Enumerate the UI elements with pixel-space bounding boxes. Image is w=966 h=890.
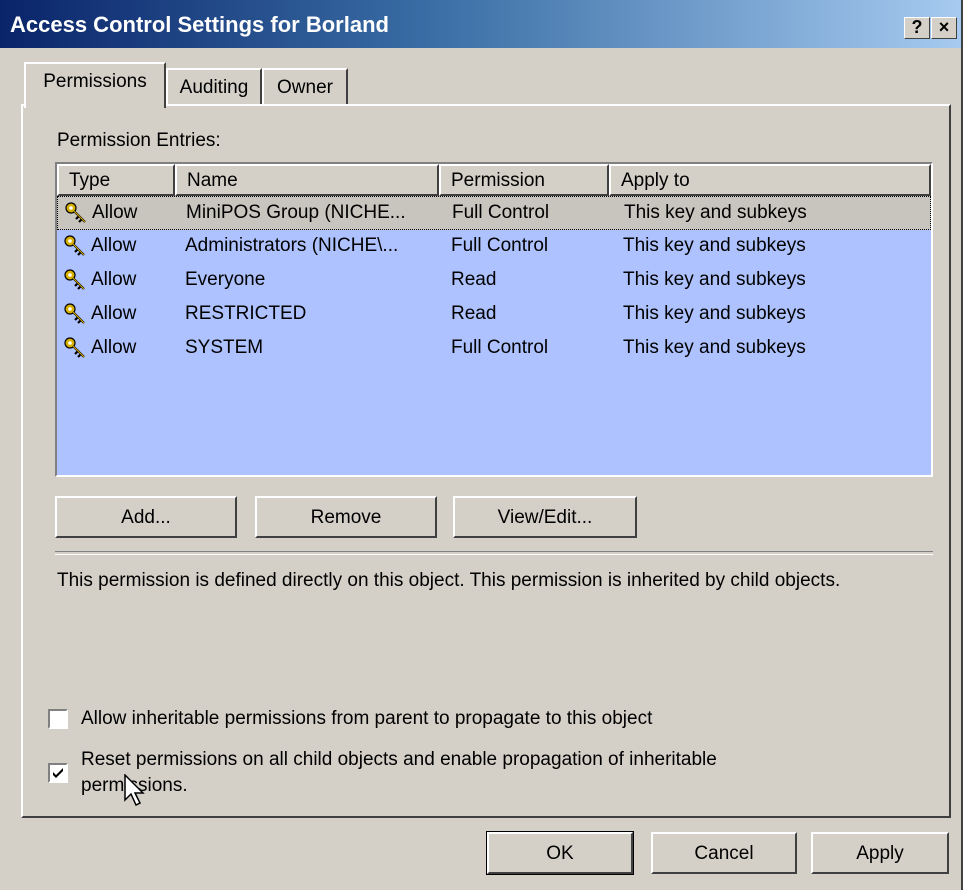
table-row[interactable]: Allow SYSTEM Full Control This key and subk…: [57, 332, 931, 366]
key-icon: [64, 201, 88, 225]
permission-cell: Full Control: [451, 337, 549, 358]
tab-permissions[interactable]: Permissions: [24, 62, 166, 108]
permission-entries-list[interactable]: Type Name Permission Apply to Allow MiniP…: [55, 162, 933, 477]
reset-permissions-label-line1: Reset permissions on all child objects a…: [81, 749, 717, 770]
view-edit-button[interactable]: View/Edit...: [453, 496, 637, 538]
apply-to-cell: This key and subkeys: [624, 202, 807, 223]
remove-button[interactable]: Remove: [255, 496, 437, 538]
permission-description: This permission is defined directly on t…: [57, 570, 841, 591]
type-cell: Allow: [91, 235, 137, 256]
column-header-apply-to[interactable]: Apply to: [609, 164, 931, 196]
table-row[interactable]: Allow Everyone Read This key and subkeys: [57, 264, 931, 298]
key-icon: [63, 302, 87, 326]
type-cell: Allow: [91, 337, 137, 358]
access-control-dialog: Access Control Settings for Borland ? × …: [0, 0, 963, 890]
name-cell: Administrators (NICHE\...: [185, 235, 399, 256]
apply-to-cell: This key and subkeys: [623, 269, 806, 290]
name-cell: Everyone: [185, 269, 266, 290]
reset-permissions-checkbox[interactable]: [48, 763, 68, 783]
title-bar[interactable]: Access Control Settings for Borland ? ×: [0, 0, 961, 48]
checkmark-icon: [53, 768, 63, 778]
table-row[interactable]: Allow RESTRICTED Read This key and subkeys: [57, 298, 931, 332]
table-row[interactable]: Allow Administrators (NICHE\... Full Contr…: [57, 230, 931, 264]
column-header-name[interactable]: Name: [175, 164, 439, 196]
name-cell: MiniPOS Group (NICHE...: [186, 202, 406, 223]
key-icon: [63, 268, 87, 292]
type-cell: Allow: [91, 303, 137, 324]
apply-to-cell: This key and subkeys: [623, 303, 806, 324]
ok-button[interactable]: OK: [486, 831, 634, 875]
permission-cell: Full Control: [452, 202, 550, 223]
permission-cell: Full Control: [451, 235, 549, 256]
permission-cell: Read: [451, 269, 497, 290]
column-header-permission[interactable]: Permission: [439, 164, 609, 196]
inherit-permissions-label: Allow inheritable permissions from paren…: [81, 708, 653, 729]
type-cell: Allow: [91, 269, 137, 290]
name-cell: RESTRICTED: [185, 303, 307, 324]
tab-owner[interactable]: Owner: [262, 68, 348, 108]
name-cell: SYSTEM: [185, 337, 264, 358]
close-button[interactable]: ×: [931, 17, 957, 39]
help-button[interactable]: ?: [904, 17, 930, 39]
add-button[interactable]: Add...: [55, 496, 237, 538]
window-title: Access Control Settings for Borland: [10, 12, 389, 37]
type-cell: Allow: [92, 202, 138, 223]
key-icon: [63, 336, 87, 360]
apply-to-cell: This key and subkeys: [623, 337, 806, 358]
list-header: Type Name Permission Apply to: [57, 164, 931, 196]
apply-button[interactable]: Apply: [811, 832, 949, 874]
mouse-cursor-icon: [124, 774, 145, 807]
column-header-type[interactable]: Type: [57, 164, 175, 196]
apply-to-cell: This key and subkeys: [623, 235, 806, 256]
key-icon: [63, 234, 87, 258]
inherit-permissions-checkbox[interactable]: [48, 709, 68, 729]
section-divider: [55, 551, 933, 555]
cancel-button[interactable]: Cancel: [651, 832, 797, 874]
tab-auditing[interactable]: Auditing: [166, 68, 262, 108]
permission-entries-label: Permission Entries:: [57, 130, 221, 151]
permission-cell: Read: [451, 303, 497, 324]
table-row[interactable]: Allow MiniPOS Group (NICHE... Full Control…: [57, 196, 931, 230]
